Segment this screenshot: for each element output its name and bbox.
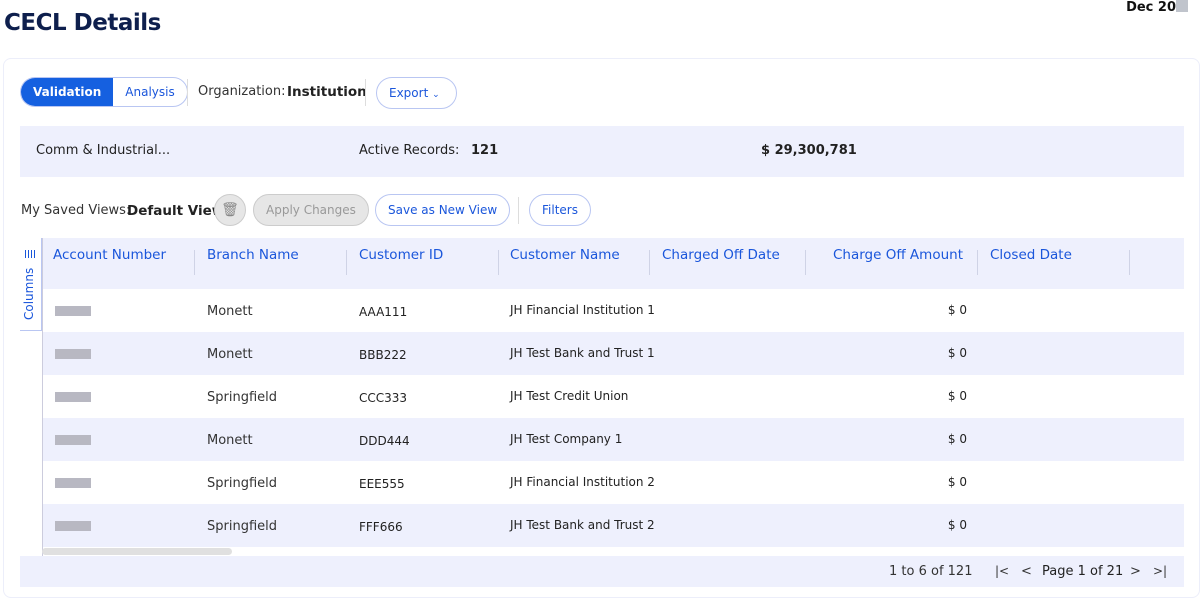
cell-branch-name: Monett [207, 347, 253, 362]
header-customer-name[interactable]: Customer Name [510, 247, 620, 263]
pagination-bar: 1 to 6 of 121 |< < Page 1 of 21 > >| [20, 556, 1184, 587]
cell-branch-name: Monett [207, 304, 253, 319]
column-separator[interactable] [194, 250, 195, 275]
total-amount: $ 29,300,781 [761, 143, 857, 158]
header-account-number[interactable]: Account Number [53, 247, 166, 263]
export-button[interactable]: Export ⌄ [376, 77, 457, 109]
cell-customer-name: JH Test Company 1 [510, 432, 623, 446]
cell-charge-off-amount: $ 0 [947, 432, 967, 446]
first-page-icon[interactable]: |< [995, 564, 1009, 578]
column-separator[interactable] [977, 250, 978, 275]
save-new-view-button[interactable]: Save as New View [375, 194, 511, 226]
cell-branch-name: Springfield [207, 476, 278, 491]
trash-icon: 🗑 [221, 202, 239, 218]
header-charge-off-amount[interactable]: Charge Off Amount [833, 247, 963, 263]
table-row[interactable]: Monett DDD444 JH Test Company 1 $ 0 [43, 418, 1184, 461]
cell-charge-off-amount: $ 0 [947, 518, 967, 532]
next-page-icon[interactable]: > [1130, 564, 1141, 579]
column-separator[interactable] [649, 250, 650, 275]
table-row[interactable]: Monett AAA111 JH Financial Institution 1… [43, 289, 1184, 332]
cell-branch-name: Monett [207, 433, 253, 448]
header-charged-off-date[interactable]: Charged Off Date [662, 247, 780, 263]
header-closed-date[interactable]: Closed Date [990, 247, 1072, 263]
records-value: 121 [471, 143, 499, 158]
cell-charge-off-amount: $ 0 [947, 303, 967, 317]
table-row[interactable]: Springfield FFF666 JH Test Bank and Trus… [43, 504, 1184, 547]
redacted-account-number [55, 349, 91, 359]
saved-views-label: My Saved Views: [21, 203, 131, 218]
divider [187, 79, 188, 106]
previous-page-icon[interactable]: < [1021, 564, 1032, 579]
tab-validation[interactable]: Validation [21, 78, 114, 106]
redacted-account-number [55, 478, 91, 488]
cell-customer-name: JH Financial Institution 2 [510, 475, 655, 489]
cell-customer-name: JH Test Bank and Trust 2 [510, 518, 655, 532]
header-customer-id[interactable]: Customer ID [359, 247, 443, 263]
record-range: 1 to 6 of 121 [889, 564, 973, 579]
tab-analysis[interactable]: Analysis [113, 78, 186, 106]
redacted-account-number [55, 392, 91, 402]
table-row[interactable]: Monett BBB222 JH Test Bank and Trust 1 $… [43, 332, 1184, 375]
page-title: CECL Details [4, 10, 161, 36]
columns-icon [25, 250, 36, 258]
cell-charge-off-amount: $ 0 [947, 475, 967, 489]
report-date: Dec 20 [1126, 0, 1188, 15]
column-separator[interactable] [498, 250, 499, 275]
divider [518, 197, 519, 224]
cell-customer-id: CCC333 [359, 391, 408, 405]
organization-value: Institution [287, 84, 367, 100]
saved-view-select[interactable]: Default View [127, 203, 224, 219]
last-page-icon[interactable]: >| [1153, 564, 1167, 578]
horizontal-scrollbar[interactable] [42, 548, 232, 555]
divider [365, 79, 366, 106]
cell-customer-id: FFF666 [359, 520, 403, 534]
table-header: Account Number Branch Name Customer ID C… [43, 238, 1184, 289]
columns-label: Columns [22, 267, 36, 320]
chevron-down-icon: ⌄ [432, 90, 440, 100]
data-table: Account Number Branch Name Customer ID C… [42, 238, 1184, 556]
cell-customer-name: JH Test Bank and Trust 1 [510, 346, 655, 360]
page-indicator: Page 1 of 21 [1042, 564, 1124, 579]
cell-customer-id: DDD444 [359, 434, 410, 448]
cell-customer-name: JH Financial Institution 1 [510, 303, 655, 317]
organization-label: Organization: [198, 84, 286, 99]
cell-customer-id: EEE555 [359, 477, 405, 491]
cell-customer-name: JH Test Credit Union [510, 389, 629, 403]
export-label: Export [389, 86, 429, 100]
columns-panel-toggle[interactable]: Columns [20, 238, 42, 331]
apply-changes-button[interactable]: Apply Changes [253, 194, 369, 226]
category: Comm & Industrial... [36, 143, 171, 158]
redacted-account-number [55, 435, 91, 445]
column-separator[interactable] [805, 250, 806, 275]
cell-charge-off-amount: $ 0 [947, 389, 967, 403]
filters-button[interactable]: Filters [529, 194, 591, 226]
delete-view-button[interactable]: 🗑 [214, 194, 246, 226]
redacted-year [1176, 0, 1188, 12]
cell-customer-id: BBB222 [359, 348, 407, 362]
table-row[interactable]: Springfield EEE555 JH Financial Institut… [43, 461, 1184, 504]
column-separator[interactable] [1129, 250, 1130, 275]
table-row[interactable]: Springfield CCC333 JH Test Credit Union … [43, 375, 1184, 418]
records-label: Active Records: [359, 143, 460, 158]
cell-branch-name: Springfield [207, 519, 278, 534]
column-separator[interactable] [346, 250, 347, 275]
redacted-account-number [55, 306, 91, 316]
date-text: Dec 20 [1126, 0, 1176, 15]
view-toggle: Validation Analysis [20, 77, 188, 107]
cell-customer-id: AAA111 [359, 305, 408, 319]
cell-branch-name: Springfield [207, 390, 278, 405]
summary-band: Comm & Industrial... Active Records: 121… [20, 126, 1184, 177]
header-branch-name[interactable]: Branch Name [207, 247, 299, 263]
cell-charge-off-amount: $ 0 [947, 346, 967, 360]
redacted-account-number [55, 521, 91, 531]
